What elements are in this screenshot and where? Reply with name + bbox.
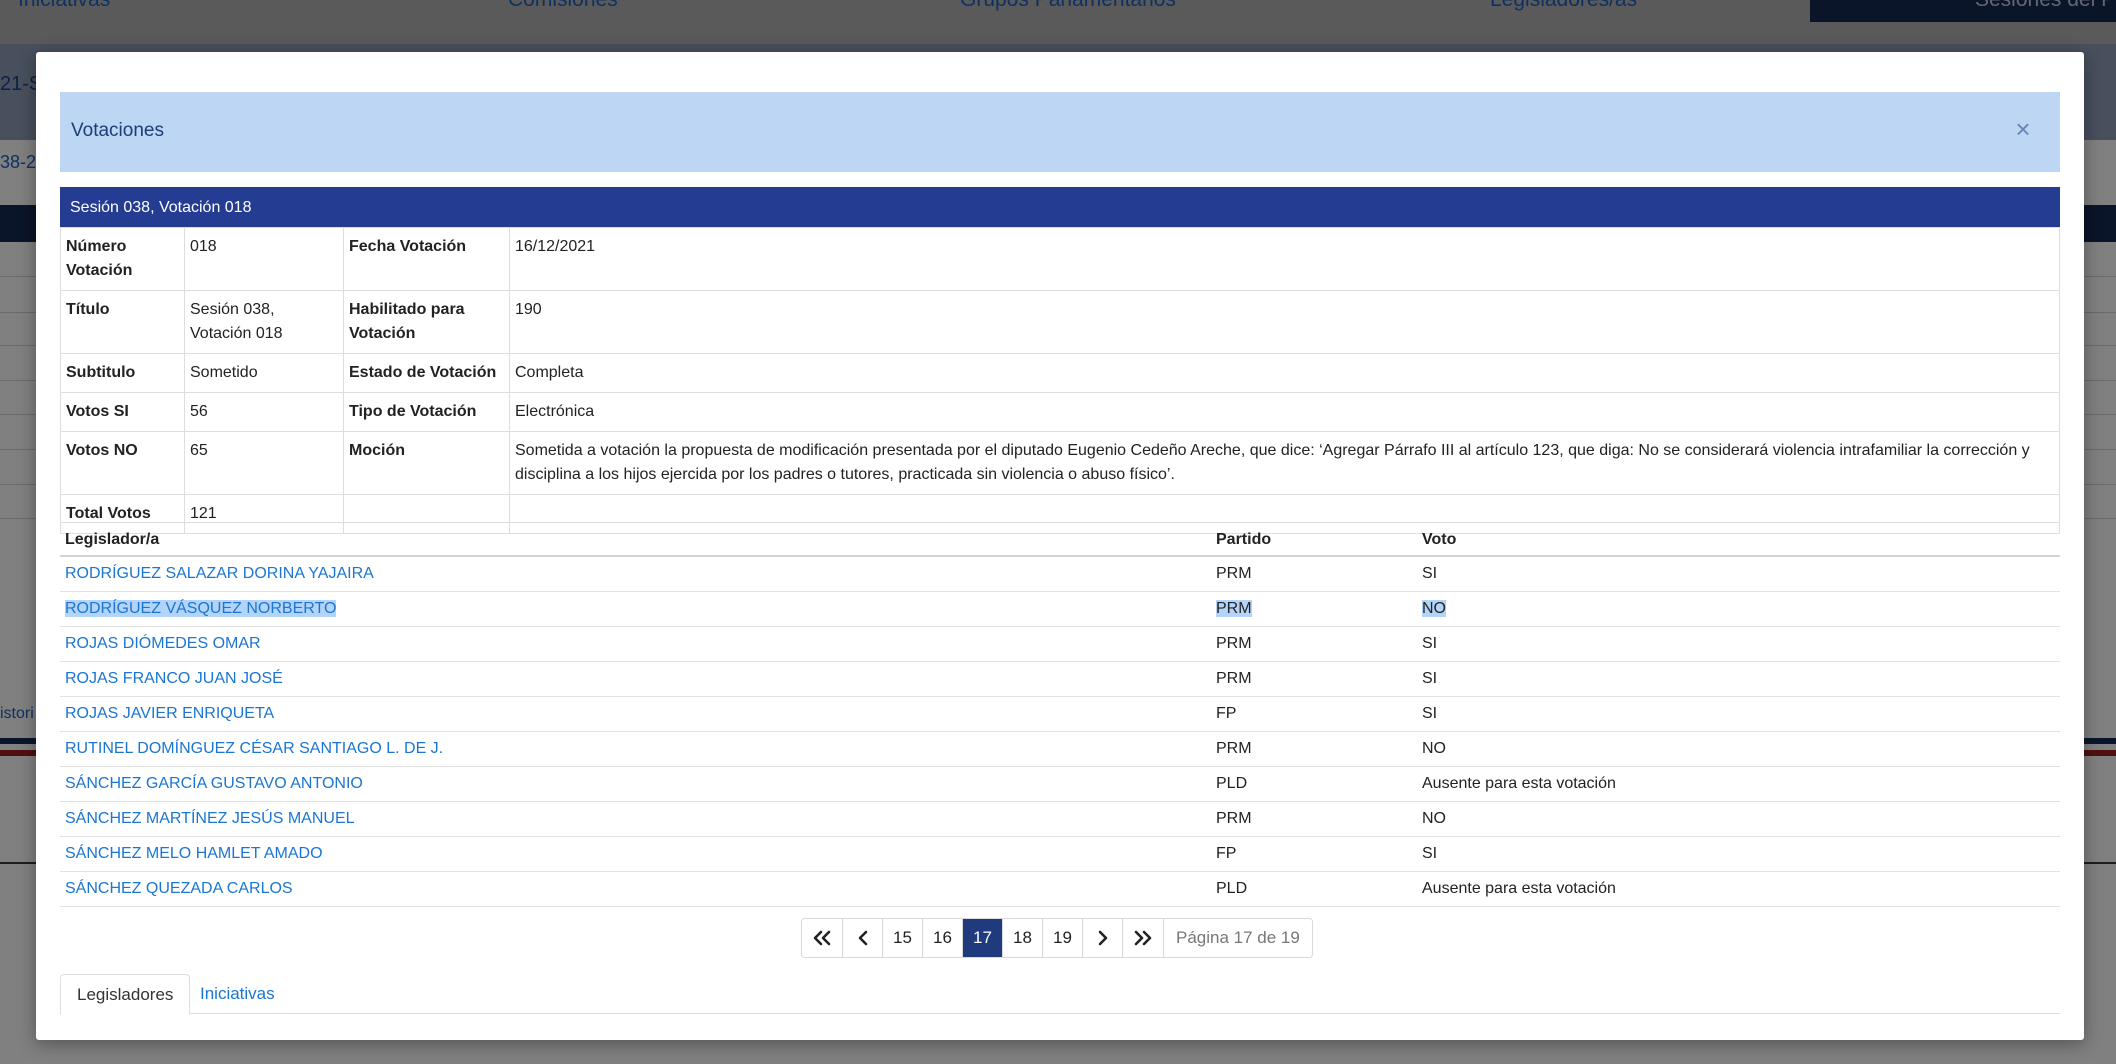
column-header-legislador: Legislador/a xyxy=(60,522,1211,557)
party-cell: FP xyxy=(1211,836,1417,872)
modal-title: Votaciones xyxy=(71,120,164,141)
legislator-link[interactable]: SÁNCHEZ MARTÍNEZ JESÚS MANUEL xyxy=(65,810,355,827)
table-row: RODRÍGUEZ SALAZAR DORINA YAJAIRA PRM SI xyxy=(60,556,2060,592)
mocion-value: Sometida a votación la propuesta de modi… xyxy=(509,431,2060,495)
legislator-link[interactable]: ROJAS JAVIER ENRIQUETA xyxy=(65,705,274,722)
legislator-link[interactable]: SÁNCHEZ QUEZADA CARLOS xyxy=(65,880,293,897)
titulo-value: Sesión 038, Votación 018 xyxy=(184,290,344,354)
double-chevron-right-icon xyxy=(1131,930,1155,946)
mocion-label: Moción xyxy=(343,431,510,495)
table-row: ROJAS DIÓMEDES OMAR PRM SI xyxy=(60,626,2060,662)
page-button-16[interactable]: 16 xyxy=(923,919,963,957)
vote-cell: NO xyxy=(1417,731,2060,767)
fecha-label: Fecha Votación xyxy=(343,227,510,291)
legislator-link[interactable]: RODRÍGUEZ VÁSQUEZ NORBERTO xyxy=(65,600,337,617)
table-row: ROJAS JAVIER ENRIQUETA FP SI xyxy=(60,696,2060,732)
last-page-button[interactable] xyxy=(1123,919,1164,957)
info-row: Votos SI 56 Tipo de Votación Electrónica xyxy=(60,392,2060,432)
fecha-value: 16/12/2021 xyxy=(509,227,2060,291)
vote-cell: SI xyxy=(1417,556,2060,592)
table-row: RUTINEL DOMÍNGUEZ CÉSAR SANTIAGO L. DE J… xyxy=(60,731,2060,767)
info-row: Votos NO 65 Moción Sometida a votación l… xyxy=(60,431,2060,495)
numero-value: 018 xyxy=(184,227,344,291)
page-button-15[interactable]: 15 xyxy=(883,919,923,957)
close-icon[interactable]: × xyxy=(2008,114,2038,144)
tab-legisladores[interactable]: Legisladores xyxy=(60,974,191,1015)
estado-label: Estado de Votación xyxy=(343,353,510,393)
votos-si-label: Votos SI xyxy=(60,392,185,432)
party-cell: PRM xyxy=(1216,600,1252,617)
party-cell: PRM xyxy=(1211,731,1417,767)
legislator-link[interactable]: RODRÍGUEZ SALAZAR DORINA YAJAIRA xyxy=(65,565,374,582)
legislators-table: Legislador/a Partido Voto RODRÍGUEZ SALA… xyxy=(60,522,2060,907)
habilitado-value: 190 xyxy=(509,290,2060,354)
vote-cell: NO xyxy=(1417,801,2060,837)
table-row: SÁNCHEZ GARCÍA GUSTAVO ANTONIO PLD Ausen… xyxy=(60,766,2060,802)
estado-value: Completa xyxy=(509,353,2060,393)
subtitulo-label: Subtitulo xyxy=(60,353,185,393)
party-cell: PRM xyxy=(1211,626,1417,662)
info-row: Número Votación 018 Fecha Votación 16/12… xyxy=(60,227,2060,291)
page-button-19[interactable]: 19 xyxy=(1043,919,1083,957)
chevron-right-icon xyxy=(1096,930,1110,946)
vote-cell: SI xyxy=(1417,626,2060,662)
vote-cell: SI xyxy=(1417,661,2060,697)
party-cell: FP xyxy=(1211,696,1417,732)
table-row: SÁNCHEZ QUEZADA CARLOS PLD Ausente para … xyxy=(60,871,2060,907)
page-button-18[interactable]: 18 xyxy=(1003,919,1043,957)
votos-si-value: 56 xyxy=(184,392,344,432)
double-chevron-left-icon xyxy=(810,930,834,946)
modal-tabs: Legisladores Iniciativas xyxy=(60,974,2060,1015)
numero-label: Número Votación xyxy=(60,227,185,291)
first-page-button[interactable] xyxy=(802,919,843,957)
tipo-label: Tipo de Votación xyxy=(343,392,510,432)
table-row: SÁNCHEZ MELO HAMLET AMADO FP SI xyxy=(60,836,2060,872)
vote-cell: NO xyxy=(1422,600,1446,617)
column-header-voto: Voto xyxy=(1417,522,2060,557)
vote-cell: Ausente para esta votación xyxy=(1417,766,2060,802)
table-row: RODRÍGUEZ VÁSQUEZ NORBERTO PRM NO xyxy=(60,591,2060,627)
party-cell: PLD xyxy=(1211,766,1417,802)
legislator-link[interactable]: SÁNCHEZ GARCÍA GUSTAVO ANTONIO xyxy=(65,775,363,792)
party-cell: PRM xyxy=(1211,556,1417,592)
legislator-link[interactable]: ROJAS FRANCO JUAN JOSÉ xyxy=(65,670,283,687)
tipo-value: Electrónica xyxy=(509,392,2060,432)
session-title-bar: Sesión 038, Votación 018 xyxy=(60,187,2060,227)
habilitado-label: Habilitado para Votación xyxy=(343,290,510,354)
tab-iniciativas[interactable]: Iniciativas xyxy=(184,974,291,1015)
table-row: ROJAS FRANCO JUAN JOSÉ PRM SI xyxy=(60,661,2060,697)
pagination: 15 16 17 18 19 Página 17 de 19 xyxy=(801,918,1313,958)
next-page-button[interactable] xyxy=(1083,919,1123,957)
chevron-left-icon xyxy=(856,930,870,946)
subtitulo-value: Sometido xyxy=(184,353,344,393)
votos-no-label: Votos NO xyxy=(60,431,185,495)
votaciones-modal: Votaciones × Sesión 038, Votación 018 Nú… xyxy=(36,52,2084,1040)
legislator-link[interactable]: RUTINEL DOMÍNGUEZ CÉSAR SANTIAGO L. DE J… xyxy=(65,740,443,757)
legislator-link[interactable]: ROJAS DIÓMEDES OMAR xyxy=(65,635,261,652)
votos-no-value: 65 xyxy=(184,431,344,495)
vote-cell: SI xyxy=(1417,836,2060,872)
party-cell: PLD xyxy=(1211,871,1417,907)
column-header-partido: Partido xyxy=(1211,522,1417,557)
vote-cell: SI xyxy=(1417,696,2060,732)
vote-info-table: Número Votación 018 Fecha Votación 16/12… xyxy=(60,227,2060,534)
info-row: Subtitulo Sometido Estado de Votación Co… xyxy=(60,353,2060,393)
page-info: Página 17 de 19 xyxy=(1164,919,1312,957)
page-button-17-current[interactable]: 17 xyxy=(963,919,1003,957)
table-row: SÁNCHEZ MARTÍNEZ JESÚS MANUEL PRM NO xyxy=(60,801,2060,837)
party-cell: PRM xyxy=(1211,661,1417,697)
modal-header: Votaciones × xyxy=(60,92,2060,172)
info-row: Título Sesión 038, Votación 018 Habilita… xyxy=(60,290,2060,354)
party-cell: PRM xyxy=(1211,801,1417,837)
titulo-label: Título xyxy=(60,290,185,354)
prev-page-button[interactable] xyxy=(843,919,883,957)
legislator-link[interactable]: SÁNCHEZ MELO HAMLET AMADO xyxy=(65,845,323,862)
vote-cell: Ausente para esta votación xyxy=(1417,871,2060,907)
legislators-header-row: Legislador/a Partido Voto xyxy=(60,522,2060,557)
